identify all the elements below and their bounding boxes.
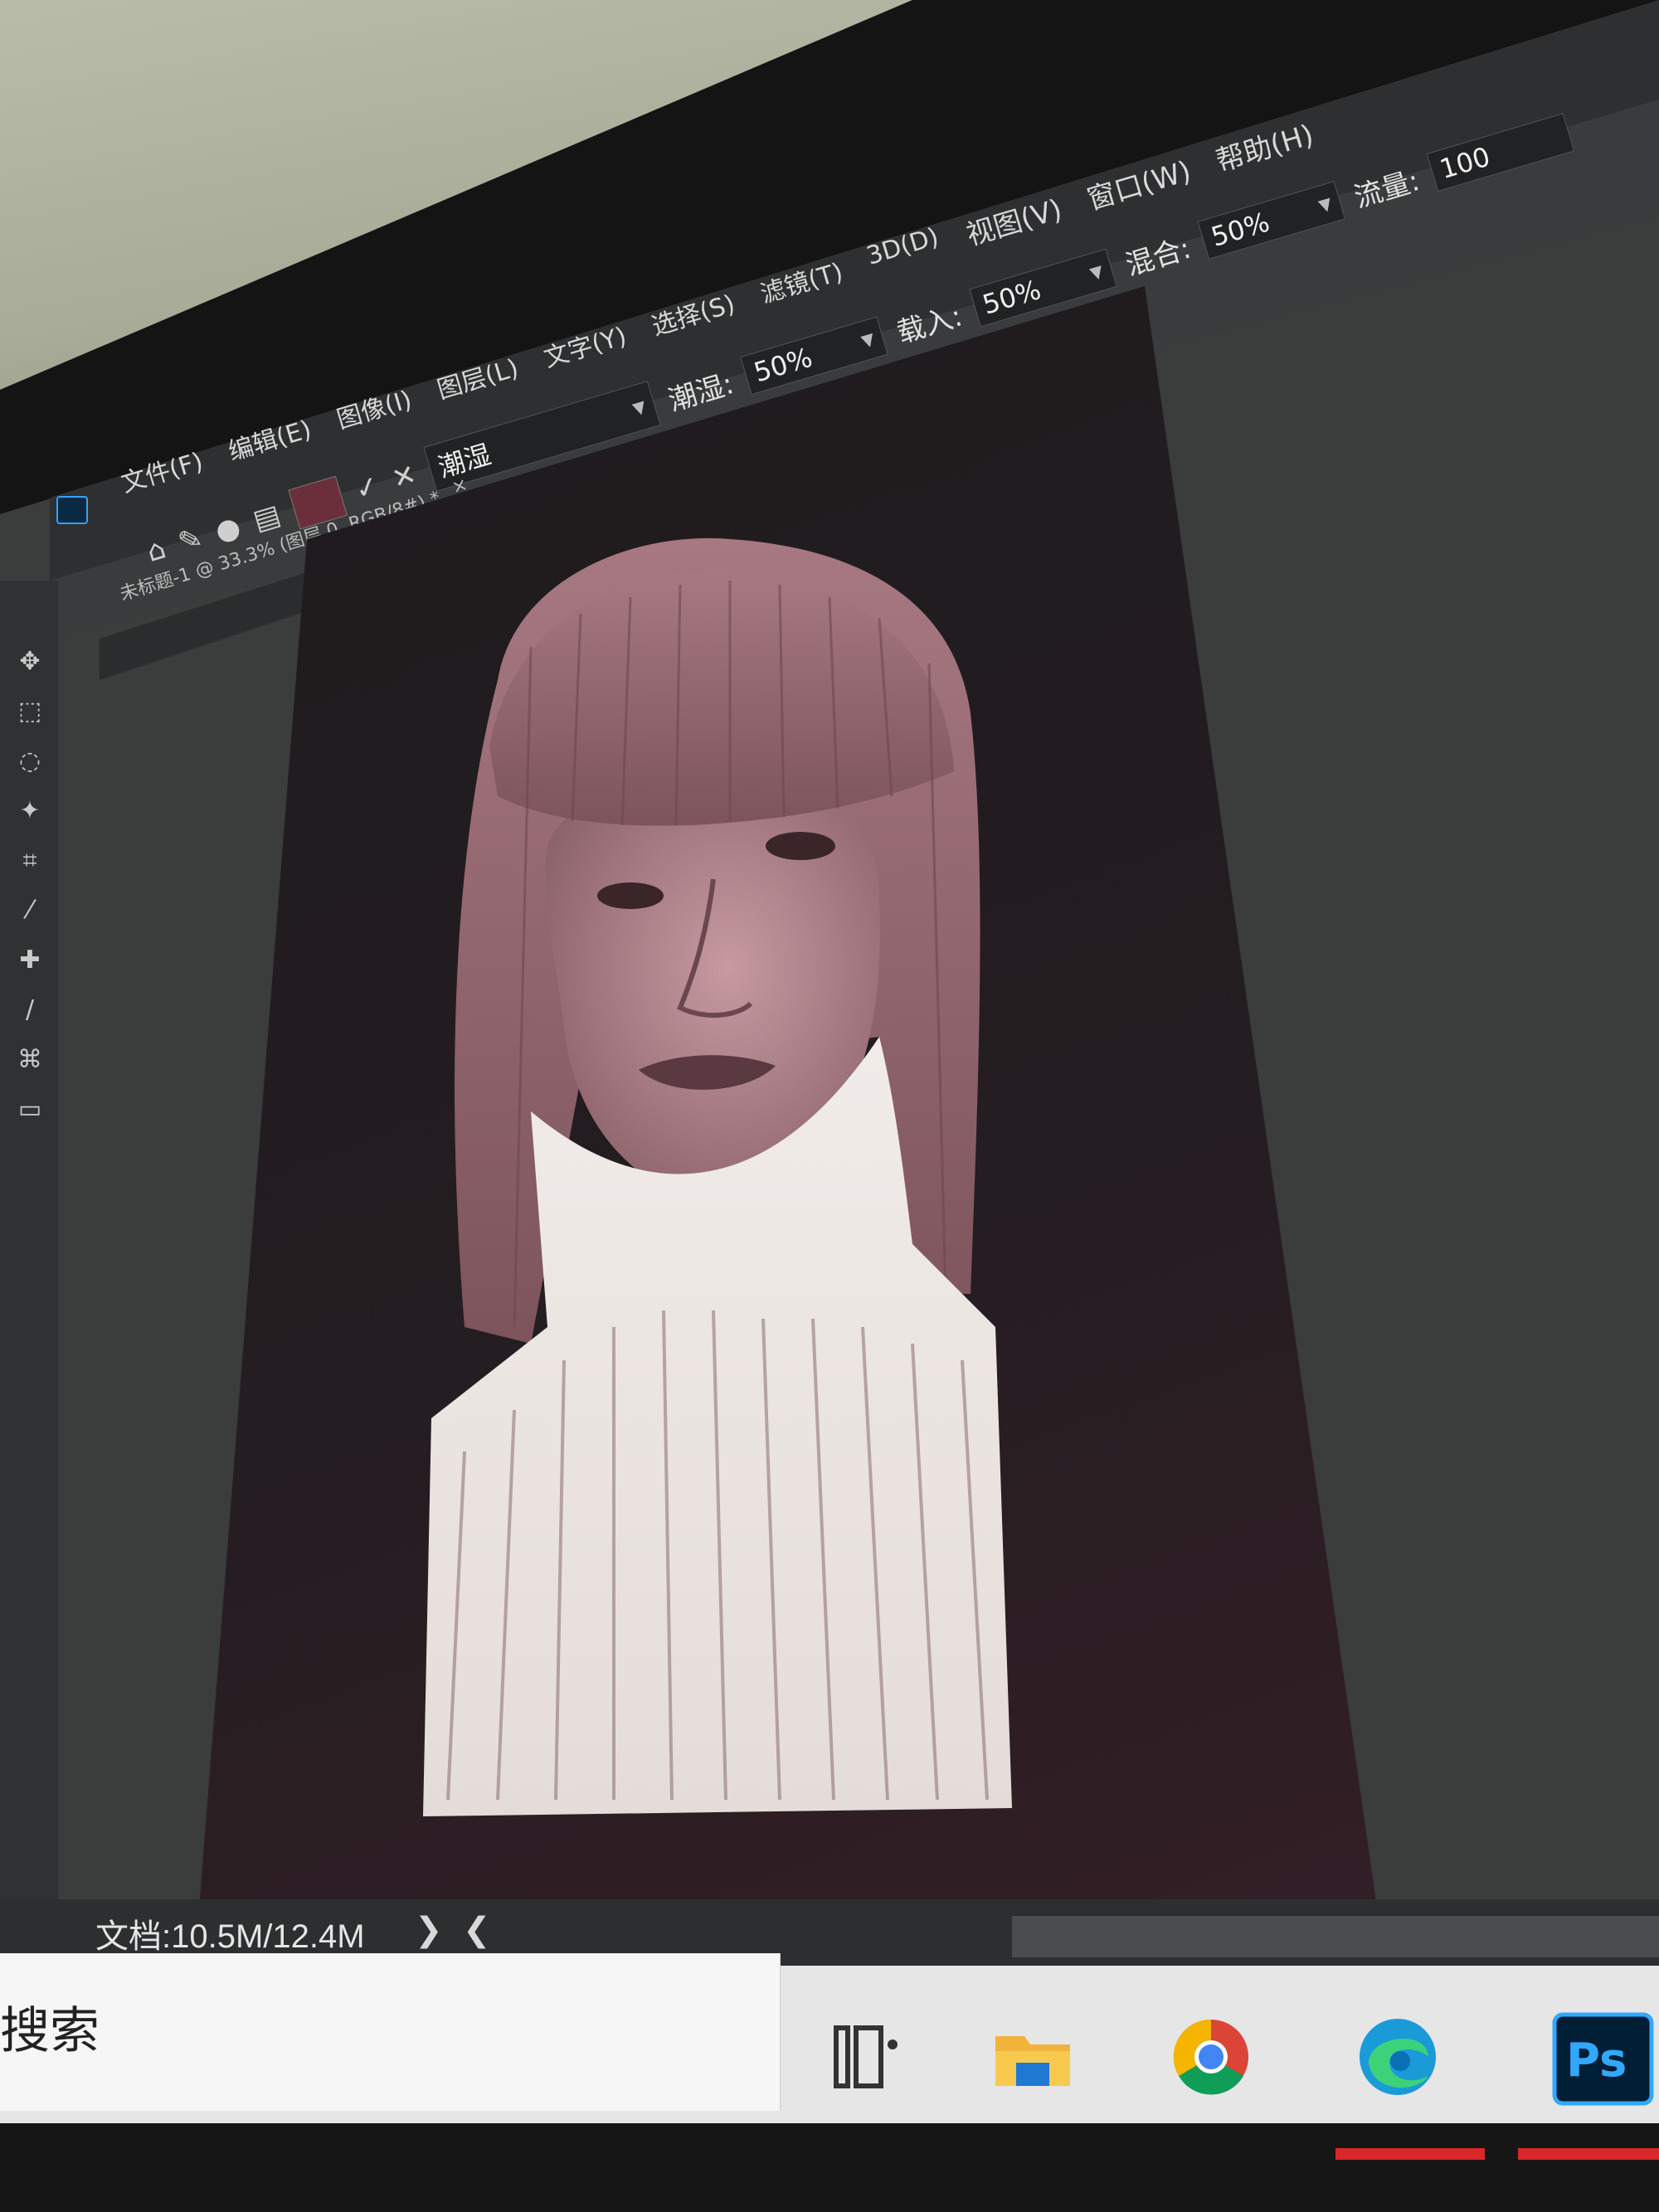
chevron-right-icon[interactable]: ❯ bbox=[415, 1911, 443, 1949]
portrait-artwork bbox=[423, 537, 1012, 1816]
search-label: 搜索 bbox=[0, 2002, 100, 2060]
active-app-indicator bbox=[1518, 2148, 1659, 2160]
left-eye bbox=[597, 882, 664, 909]
monitor-bottom-bezel bbox=[0, 2123, 1659, 2212]
taskbar-search-box[interactable] bbox=[0, 1953, 781, 2111]
file-explorer-icon[interactable] bbox=[987, 2011, 1078, 2103]
horizontal-scrollbar[interactable] bbox=[1012, 1916, 1659, 1957]
chevron-left-icon[interactable]: ❮ bbox=[463, 1911, 491, 1949]
photoshop-icon[interactable]: Ps bbox=[1551, 2011, 1655, 2107]
right-eye bbox=[766, 832, 835, 860]
svg-text:Ps: Ps bbox=[1566, 2034, 1627, 2088]
edge-icon[interactable] bbox=[1352, 2011, 1443, 2103]
active-app-indicator bbox=[1335, 2148, 1485, 2160]
document-size-info[interactable]: 文档:10.5M/12.4M bbox=[95, 1909, 365, 1957]
task-view-icon[interactable] bbox=[821, 2011, 912, 2103]
chrome-icon[interactable] bbox=[1165, 2011, 1257, 2103]
